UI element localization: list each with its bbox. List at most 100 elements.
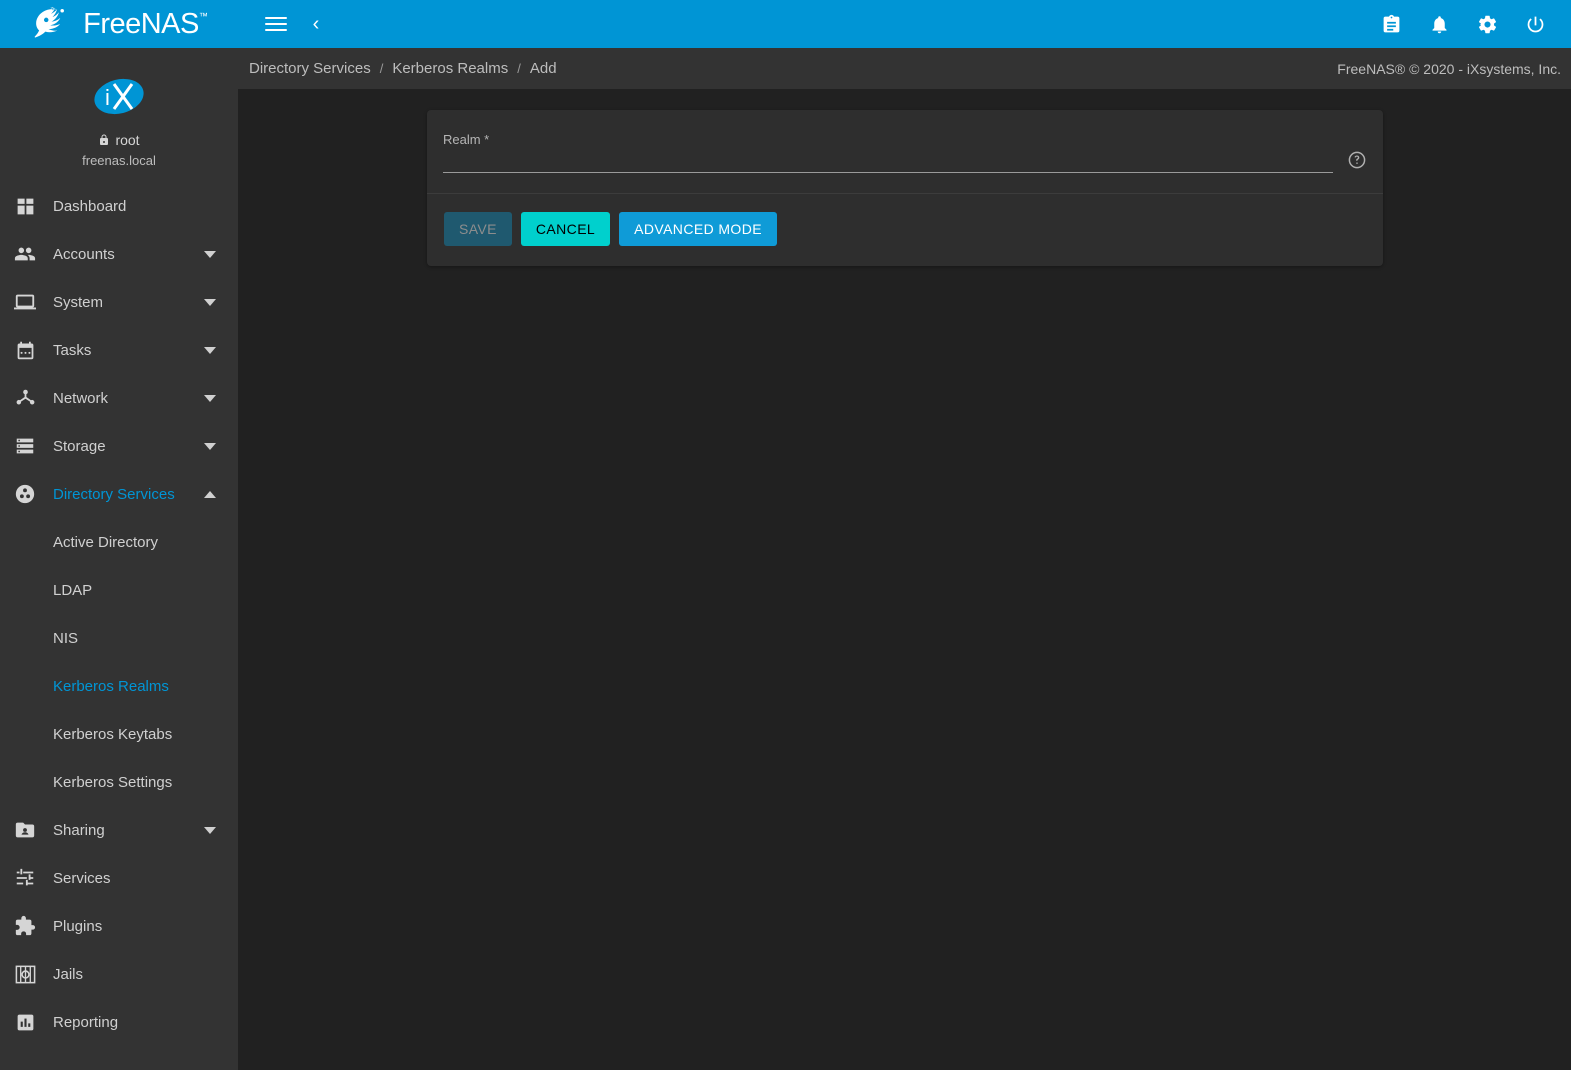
sidebar-label-jails: Jails bbox=[53, 966, 238, 983]
sidebar-username-row: root bbox=[98, 132, 139, 148]
brand-wordmark: FreeNAS ™ bbox=[83, 10, 208, 39]
sidebar-item-tasks[interactable]: Tasks bbox=[0, 326, 238, 374]
sidebar-label-nis: NIS bbox=[53, 630, 78, 647]
chevron-left-icon: ‹ bbox=[313, 14, 320, 34]
services-icon bbox=[10, 867, 40, 889]
sidebar-label-kerberos-keytabs: Kerberos Keytabs bbox=[53, 726, 172, 743]
sidebar-subitem-kerberos-settings[interactable]: Kerberos Settings bbox=[0, 758, 238, 806]
kerberos-realm-form-card: Realm * SAVE CANCEL ADVANCED MODE bbox=[427, 110, 1383, 266]
breadcrumb-bar: Directory Services / Kerberos Realms / A… bbox=[238, 48, 1571, 89]
sidebar-subitem-active-directory[interactable]: Active Directory bbox=[0, 518, 238, 566]
tasks-icon bbox=[10, 340, 40, 361]
advanced-mode-button[interactable]: ADVANCED MODE bbox=[619, 212, 777, 246]
ix-systems-logo: i bbox=[92, 73, 146, 120]
reporting-icon bbox=[10, 1012, 40, 1033]
help-circle-icon[interactable] bbox=[1347, 150, 1367, 170]
sidebar-item-sharing[interactable]: Sharing bbox=[0, 806, 238, 854]
breadcrumb-separator: / bbox=[517, 61, 521, 76]
realm-input[interactable] bbox=[443, 153, 1333, 172]
chevron-up-icon[interactable] bbox=[204, 491, 216, 498]
sidebar-item-services[interactable]: Services bbox=[0, 854, 238, 902]
sidebar-subitem-kerberos-realms[interactable]: Kerberos Realms bbox=[0, 662, 238, 710]
sidebar-label-dashboard: Dashboard bbox=[53, 198, 238, 215]
breadcrumb-item-add: Add bbox=[530, 60, 557, 77]
realm-field-label: Realm * bbox=[443, 132, 1333, 147]
brand-name-text: FreeNAS bbox=[83, 10, 199, 39]
settings-button[interactable] bbox=[1467, 4, 1507, 44]
sidebar-label-plugins: Plugins bbox=[53, 918, 238, 935]
sidebar-item-storage[interactable]: Storage bbox=[0, 422, 238, 470]
accounts-icon bbox=[10, 243, 40, 265]
breadcrumb: Directory Services / Kerberos Realms / A… bbox=[249, 60, 557, 77]
plugins-icon bbox=[10, 915, 40, 937]
form-fields-region: Realm * bbox=[427, 110, 1383, 193]
top-app-bar: FreeNAS ™ ‹ bbox=[0, 0, 1571, 48]
freenas-brand: FreeNAS ™ bbox=[0, 0, 238, 48]
storage-icon bbox=[10, 435, 40, 457]
sidebar-item-reporting[interactable]: Reporting bbox=[0, 998, 238, 1046]
sidebar-item-plugins[interactable]: Plugins bbox=[0, 902, 238, 950]
topbar-actions bbox=[1371, 4, 1555, 44]
hamburger-icon bbox=[265, 13, 287, 35]
chevron-down-icon[interactable] bbox=[204, 347, 216, 354]
trademark-symbol: ™ bbox=[199, 12, 208, 21]
sidebar-label-network: Network bbox=[53, 390, 204, 407]
sidebar-item-directory-services[interactable]: Directory Services bbox=[0, 470, 238, 518]
sidebar-hostname: freenas.local bbox=[82, 153, 156, 168]
settings-gear-icon bbox=[1477, 14, 1498, 35]
breadcrumb-item-kerberos-realms[interactable]: Kerberos Realms bbox=[392, 60, 508, 77]
breadcrumb-separator: / bbox=[380, 61, 384, 76]
sidebar-label-services: Services bbox=[53, 870, 238, 887]
task-manager-button[interactable] bbox=[1371, 4, 1411, 44]
sidebar-label-storage: Storage bbox=[53, 438, 204, 455]
directory-services-icon bbox=[10, 483, 40, 505]
realm-field-underline bbox=[443, 172, 1333, 173]
realm-field-group: Realm * bbox=[443, 132, 1367, 173]
sidebar-subitem-kerberos-keytabs[interactable]: Kerberos Keytabs bbox=[0, 710, 238, 758]
jails-icon bbox=[10, 963, 40, 986]
sidebar-label-sharing: Sharing bbox=[53, 822, 204, 839]
sidebar-item-jails[interactable]: Jails bbox=[0, 950, 238, 998]
cancel-button[interactable]: CANCEL bbox=[521, 212, 610, 246]
sidebar-navigation: i root freenas.local Dashboard Accounts … bbox=[0, 48, 238, 1070]
chevron-down-icon[interactable] bbox=[204, 251, 216, 258]
sidebar-subitem-nis[interactable]: NIS bbox=[0, 614, 238, 662]
sidebar-label-reporting: Reporting bbox=[53, 1014, 238, 1031]
hamburger-menu-button[interactable] bbox=[256, 4, 296, 44]
freenas-fish-logo bbox=[30, 7, 74, 41]
sidebar-label-system: System bbox=[53, 294, 204, 311]
copyright-text: FreeNAS® © 2020 - iXsystems, Inc. bbox=[1337, 61, 1561, 77]
sidebar-label-directory-services: Directory Services bbox=[53, 486, 204, 503]
chevron-down-icon[interactable] bbox=[204, 827, 216, 834]
network-icon bbox=[10, 388, 40, 409]
system-icon bbox=[10, 291, 40, 313]
sharing-icon bbox=[10, 819, 40, 841]
lock-icon bbox=[98, 133, 110, 147]
sidebar-label-kerberos-settings: Kerberos Settings bbox=[53, 774, 172, 791]
sidebar-subitem-ldap[interactable]: LDAP bbox=[0, 566, 238, 614]
form-actions: SAVE CANCEL ADVANCED MODE bbox=[427, 194, 1383, 266]
power-icon bbox=[1525, 14, 1546, 35]
sidebar-user-block: i root freenas.local bbox=[0, 48, 238, 182]
notifications-button[interactable] bbox=[1419, 4, 1459, 44]
breadcrumb-item-directory-services[interactable]: Directory Services bbox=[249, 60, 371, 77]
sidebar-item-accounts[interactable]: Accounts bbox=[0, 230, 238, 278]
realm-field-inner: Realm * bbox=[443, 132, 1333, 173]
sidebar-label-accounts: Accounts bbox=[53, 246, 204, 263]
save-button[interactable]: SAVE bbox=[444, 212, 512, 246]
sidebar-username: root bbox=[115, 132, 139, 148]
sidebar-item-system[interactable]: System bbox=[0, 278, 238, 326]
notifications-bell-icon bbox=[1429, 14, 1450, 35]
sidebar-label-kerberos-realms: Kerberos Realms bbox=[53, 678, 169, 695]
sidebar-label-tasks: Tasks bbox=[53, 342, 204, 359]
chevron-down-icon[interactable] bbox=[204, 299, 216, 306]
sidebar-label-ldap: LDAP bbox=[53, 582, 92, 599]
chevron-down-icon[interactable] bbox=[204, 443, 216, 450]
chevron-down-icon[interactable] bbox=[204, 395, 216, 402]
sidebar-item-network[interactable]: Network bbox=[0, 374, 238, 422]
sidebar-collapse-button[interactable]: ‹ bbox=[296, 4, 336, 44]
sidebar-item-dashboard[interactable]: Dashboard bbox=[0, 182, 238, 230]
task-manager-icon bbox=[1381, 14, 1402, 35]
sidebar-label-active-directory: Active Directory bbox=[53, 534, 158, 551]
power-button[interactable] bbox=[1515, 4, 1555, 44]
